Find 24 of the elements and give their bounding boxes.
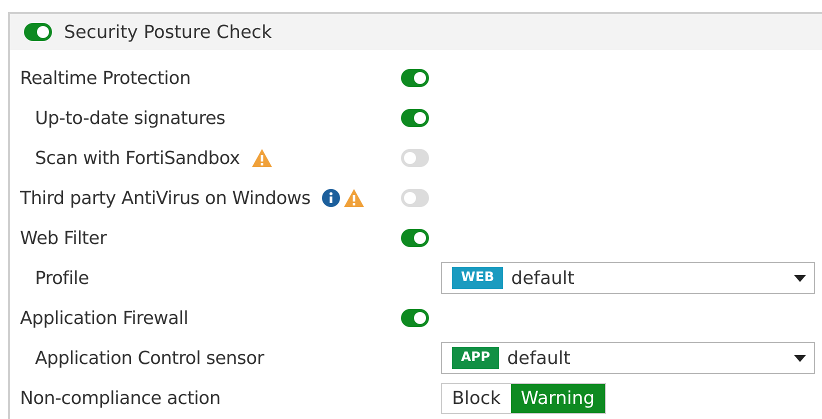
toggle-switch[interactable]	[401, 69, 429, 87]
option-button[interactable]: Warning	[510, 384, 605, 412]
toggle-switch[interactable]	[401, 109, 429, 127]
field-label: Realtime Protection	[20, 68, 191, 88]
caret-icon	[794, 354, 806, 362]
section-title: Security Posture Check	[64, 22, 272, 42]
field-label: Application Control sensor	[35, 348, 264, 368]
field-label: Non-compliance action	[20, 388, 220, 408]
toggle-switch[interactable]	[401, 229, 429, 247]
field-label: Up-to-date signatures	[35, 108, 226, 128]
caret-icon	[794, 274, 806, 282]
toggle-switch[interactable]	[401, 309, 429, 327]
field-label: Scan with FortiSandbox	[35, 148, 240, 168]
toggle-switch[interactable]	[24, 23, 52, 41]
toggle-switch[interactable]	[401, 189, 429, 207]
profile-dropdown[interactable]: WEB default	[441, 262, 815, 294]
type-tag: APP	[452, 347, 500, 369]
type-tag: WEB	[452, 267, 504, 289]
field-label: Application Firewall	[20, 308, 188, 328]
toggle-switch[interactable]	[401, 149, 429, 167]
field-label: Web Filter	[20, 228, 107, 248]
field-label: Profile	[35, 268, 89, 288]
field-label: Third party AntiVirus on Windows	[20, 188, 310, 208]
profile-dropdown[interactable]: APP default	[441, 342, 815, 374]
